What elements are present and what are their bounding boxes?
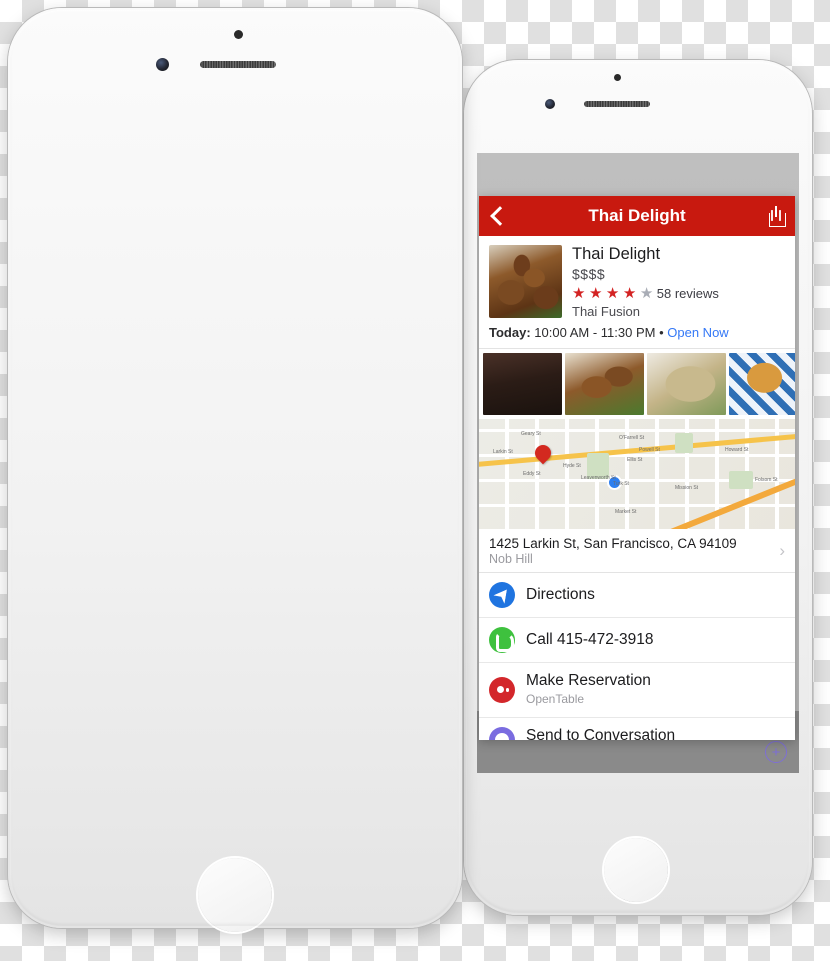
map-street-label: Ellis St (627, 457, 643, 463)
map-street-label: Powell St (639, 447, 660, 453)
share-icon[interactable] (768, 205, 786, 227)
phone-icon (489, 627, 515, 653)
open-status: Open Now (667, 325, 729, 340)
action-directions[interactable]: Directions (479, 573, 795, 618)
park-area (729, 471, 753, 489)
review-count: 58 reviews (656, 285, 719, 301)
action-label: Make Reservation (526, 672, 651, 689)
send-conversation-icon (489, 727, 515, 740)
map-street-label: Market St (615, 509, 637, 515)
yelp-card-title: Thai Delight (588, 206, 686, 225)
earpiece-speaker-icon (584, 101, 650, 107)
star-empty-icon: ★ (639, 285, 653, 302)
price-range: $$$$ (572, 266, 606, 282)
home-button-right[interactable] (604, 838, 668, 902)
opentable-icon (489, 677, 515, 703)
yelp-card-header: Thai Delight (479, 196, 795, 236)
map-street-label: Folsom St (755, 477, 778, 483)
business-meta: Thai Delight $$$$ ★ ★ ★ ★ ★ 58 reviews T… (572, 245, 785, 319)
chevron-right-icon: › (779, 541, 785, 560)
front-camera-icon (545, 99, 555, 109)
earpiece-speaker-icon (200, 61, 276, 68)
action-sublabel: OpenTable (526, 692, 585, 706)
rating-row: ★ ★ ★ ★ ★ 58 reviews (572, 284, 785, 302)
photo-strip[interactable] (479, 349, 795, 419)
map-street-label: Geary St (521, 431, 541, 437)
action-send-to-conversation[interactable]: Send to Conversation (479, 718, 795, 740)
hours-row: Today: 10:00 AM - 11:30 PM • Open Now (479, 325, 795, 349)
front-camera-icon (156, 58, 169, 71)
star-icon: ★ (588, 285, 602, 302)
action-reservation[interactable]: Make Reservation OpenTable (479, 663, 795, 718)
park-area (675, 433, 693, 453)
address-row[interactable]: 1425 Larkin St, San Francisco, CA 94109 … (479, 529, 795, 573)
address-line2: Nob Hill (489, 552, 533, 566)
star-icon: ★ (572, 285, 585, 302)
business-category: Thai Fusion (572, 304, 640, 319)
action-label: Directions (526, 586, 595, 603)
fried-rice-photo[interactable] (647, 353, 726, 415)
hours-range: 10:00 AM - 11:30 PM (534, 325, 656, 340)
address-line1: 1425 Larkin St, San Francisco, CA 94109 (489, 536, 737, 551)
directions-icon (489, 582, 515, 608)
map-street-label: Mission St (675, 485, 699, 491)
map-street-label: Larkin St (493, 449, 513, 455)
today-label: Today: (489, 325, 531, 340)
phone-device-left (8, 8, 462, 932)
address-block: 1425 Larkin St, San Francisco, CA 94109 … (489, 536, 737, 566)
fish-and-chips-photo[interactable] (729, 353, 795, 415)
restaurant-interior-photo[interactable] (483, 353, 562, 415)
action-label: Send to Conversation (526, 727, 676, 740)
restaurant-photo[interactable] (489, 245, 562, 318)
action-label: Call 415-472-3918 (526, 631, 654, 648)
business-summary: Thai Delight $$$$ ★ ★ ★ ★ ★ 58 reviews T… (479, 236, 795, 325)
screen-right: 9:41 AM 100% Sarah Becker d r Thai Delig… (476, 152, 800, 774)
business-name: Thai Delight (572, 245, 661, 263)
home-button-left[interactable] (198, 858, 272, 932)
yelp-business-card: Thai Delight Thai Delight $$$$ ★ ★ ★ ★ ★… (479, 196, 795, 740)
map-street-label: Turk St (613, 481, 629, 487)
action-text-block: Make Reservation OpenTable (526, 672, 651, 708)
proximity-sensor-icon (614, 74, 621, 81)
map-street-label: Howard St (725, 447, 749, 453)
map-street-label: Eddy St (523, 471, 541, 477)
star-icon: ★ (622, 285, 636, 302)
map-street-label: O'Farrell St (619, 435, 645, 441)
map-street-label: Leavenworth St (581, 475, 616, 481)
location-map[interactable]: Geary St O'Farrell St Ellis St Eddy St T… (479, 419, 795, 529)
add-app-button-right[interactable]: + (765, 741, 787, 763)
fried-chicken-photo[interactable] (565, 353, 644, 415)
highway-line-2 (658, 462, 795, 529)
action-call[interactable]: Call 415-472-3918 (479, 618, 795, 663)
hours-separator: • (659, 325, 664, 340)
action-list: Directions Call 415-472-3918 Make Reserv… (479, 573, 795, 740)
star-icon: ★ (605, 285, 619, 302)
proximity-sensor-icon (234, 30, 243, 39)
map-street-label: Hyde St (563, 463, 581, 469)
